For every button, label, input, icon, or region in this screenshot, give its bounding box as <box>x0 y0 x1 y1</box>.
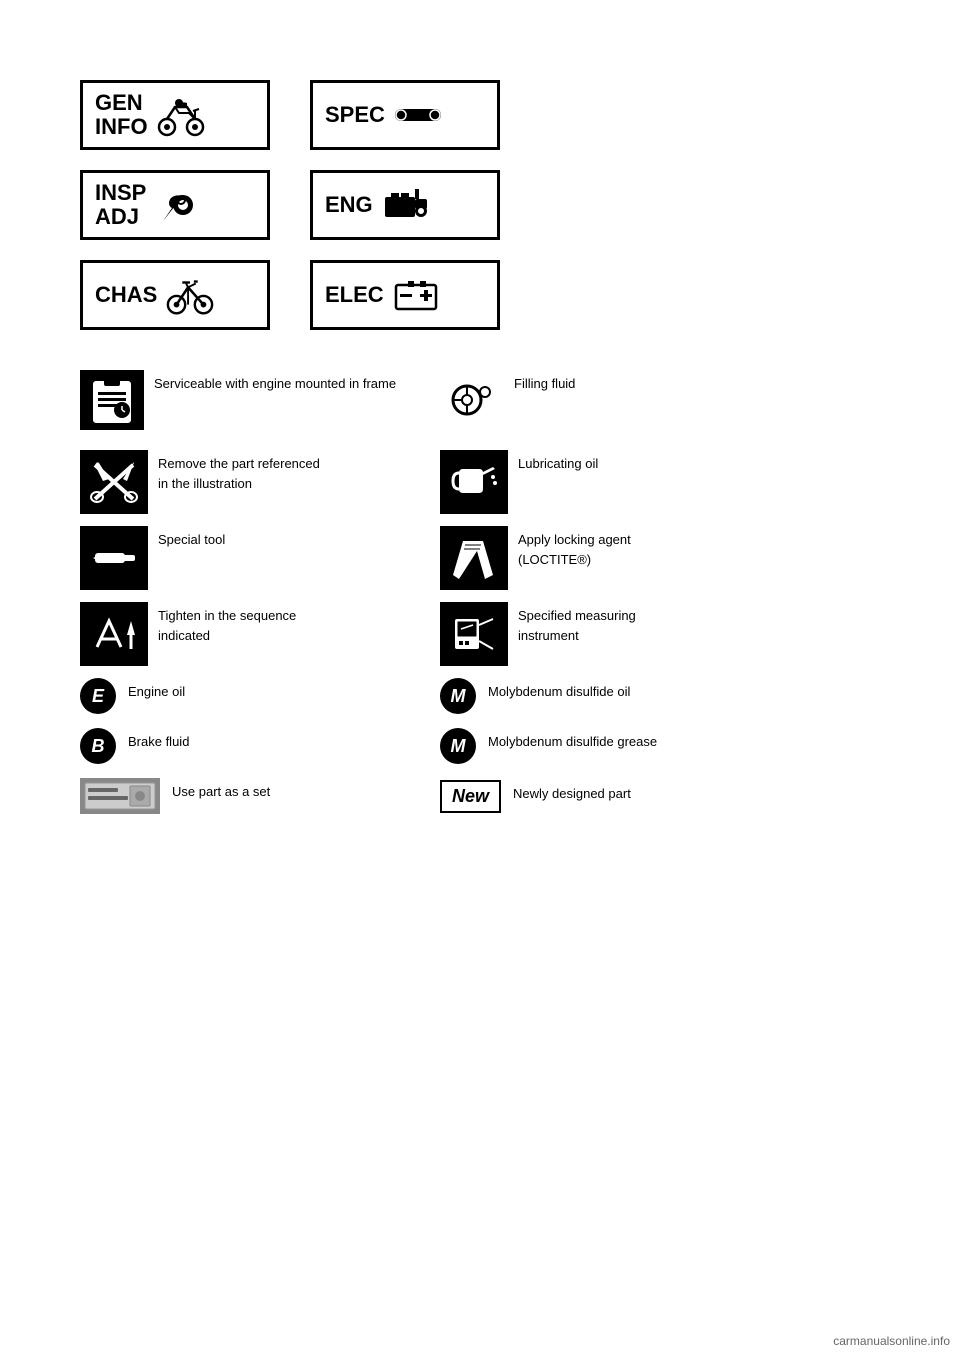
tools-icon <box>393 92 443 138</box>
circle-B-icon: B <box>80 728 116 764</box>
gen-info-label: GENINFO <box>95 91 148 139</box>
symbol-row-3: Tighten in the sequenceindicated <box>80 602 880 666</box>
scissors-pliers-icon <box>80 450 148 514</box>
symbol-hook: Apply locking agent(LOCTITE®) <box>440 526 780 590</box>
circle-E-text: Engine oil <box>128 678 185 702</box>
battery-icon <box>392 272 442 318</box>
symbol-punch: Special tool <box>80 526 420 590</box>
icon-row-3: CHAS <box>80 260 880 330</box>
bicycle-icon <box>165 272 215 318</box>
section-insp-adj[interactable]: INSPADJ <box>80 170 270 240</box>
engine-icon <box>381 182 431 228</box>
oil-can-description: Lubricating oil <box>518 450 598 474</box>
symbols-header-row: Serviceable with engine mounted in frame <box>80 370 880 430</box>
symbols-section: Serviceable with engine mounted in frame <box>80 370 880 814</box>
tightening-icon <box>80 602 148 666</box>
page: GENINFO <box>0 0 960 1358</box>
symbol-tightening: Tighten in the sequenceindicated <box>80 602 420 666</box>
icon-row-2: INSPADJ ENG <box>80 170 880 240</box>
eng-label: ENG <box>325 193 373 217</box>
punch-description: Special tool <box>158 526 225 550</box>
section-spec[interactable]: SPEC <box>310 80 500 150</box>
symbol-steering: Filling fluid <box>440 370 780 430</box>
part-new-row: Use part as a set New Newly designed par… <box>80 778 880 814</box>
section-gen-info[interactable]: GENINFO <box>80 80 270 150</box>
part-box-text: Use part as a set <box>172 778 270 802</box>
icon-row-1: GENINFO <box>80 80 880 150</box>
circle-M2-entry: M Molybdenum disulfide grease <box>440 728 780 764</box>
part-box-icon <box>80 778 160 814</box>
new-label-text: Newly designed part <box>513 780 631 804</box>
meter-description: Specified measuringinstrument <box>518 602 636 645</box>
circle-M2-text: Molybdenum disulfide grease <box>488 728 657 752</box>
insp-adj-label: INSPADJ <box>95 181 146 229</box>
motorcycle-icon <box>156 92 206 138</box>
symbol-row-1: Remove the part referencedin the illustr… <box>80 450 880 514</box>
spec-label: SPEC <box>325 103 385 127</box>
content-area: GENINFO <box>0 0 960 868</box>
hook-tool-icon <box>440 526 508 590</box>
section-elec[interactable]: ELEC <box>310 260 500 330</box>
symbol-oil-can: Lubricating oil <box>440 450 780 514</box>
section-icons-grid: GENINFO <box>80 80 880 330</box>
new-label-entry: New Newly designed part <box>440 780 780 813</box>
wrench-gear-icon <box>154 182 204 228</box>
circle-E-icon: E <box>80 678 116 714</box>
watermark: carmanualsonline.info <box>833 1334 950 1348</box>
steering-description: Filling fluid <box>514 370 575 394</box>
section-eng[interactable]: ENG <box>310 170 500 240</box>
circle-M2-icon: M <box>440 728 476 764</box>
circle-M1-icon: M <box>440 678 476 714</box>
new-label-icon: New <box>440 780 501 813</box>
punch-tool-icon <box>80 526 148 590</box>
tightening-description: Tighten in the sequenceindicated <box>158 602 296 645</box>
circle-B-text: Brake fluid <box>128 728 189 752</box>
chas-label: CHAS <box>95 283 157 307</box>
symbol-clipboard: Serviceable with engine mounted in frame <box>80 370 420 430</box>
circle-row-2: B Brake fluid M Molybdenum disulfide gre… <box>80 728 880 764</box>
clipboard-clock-icon <box>80 370 144 430</box>
scissors-description: Remove the part referencedin the illustr… <box>158 450 320 493</box>
circle-E-entry: E Engine oil <box>80 678 420 714</box>
elec-label: ELEC <box>325 283 384 307</box>
circle-M1-text: Molybdenum disulfide oil <box>488 678 630 702</box>
circle-B-entry: B Brake fluid <box>80 728 420 764</box>
section-chas[interactable]: CHAS <box>80 260 270 330</box>
oil-can-icon <box>440 450 508 514</box>
symbol-scissors: Remove the part referencedin the illustr… <box>80 450 420 514</box>
clipboard-description: Serviceable with engine mounted in frame <box>154 370 396 394</box>
part-box-entry: Use part as a set <box>80 778 420 814</box>
meter-icon <box>440 602 508 666</box>
circle-row-1: E Engine oil M Molybdenum disulfide oil <box>80 678 880 714</box>
symbol-meter: Specified measuringinstrument <box>440 602 780 666</box>
hook-description: Apply locking agent(LOCTITE®) <box>518 526 631 569</box>
symbol-row-2: Special tool Apply locking agent(LOCTITE… <box>80 526 880 590</box>
circle-M1-entry: M Molybdenum disulfide oil <box>440 678 780 714</box>
steering-icon <box>440 370 504 430</box>
